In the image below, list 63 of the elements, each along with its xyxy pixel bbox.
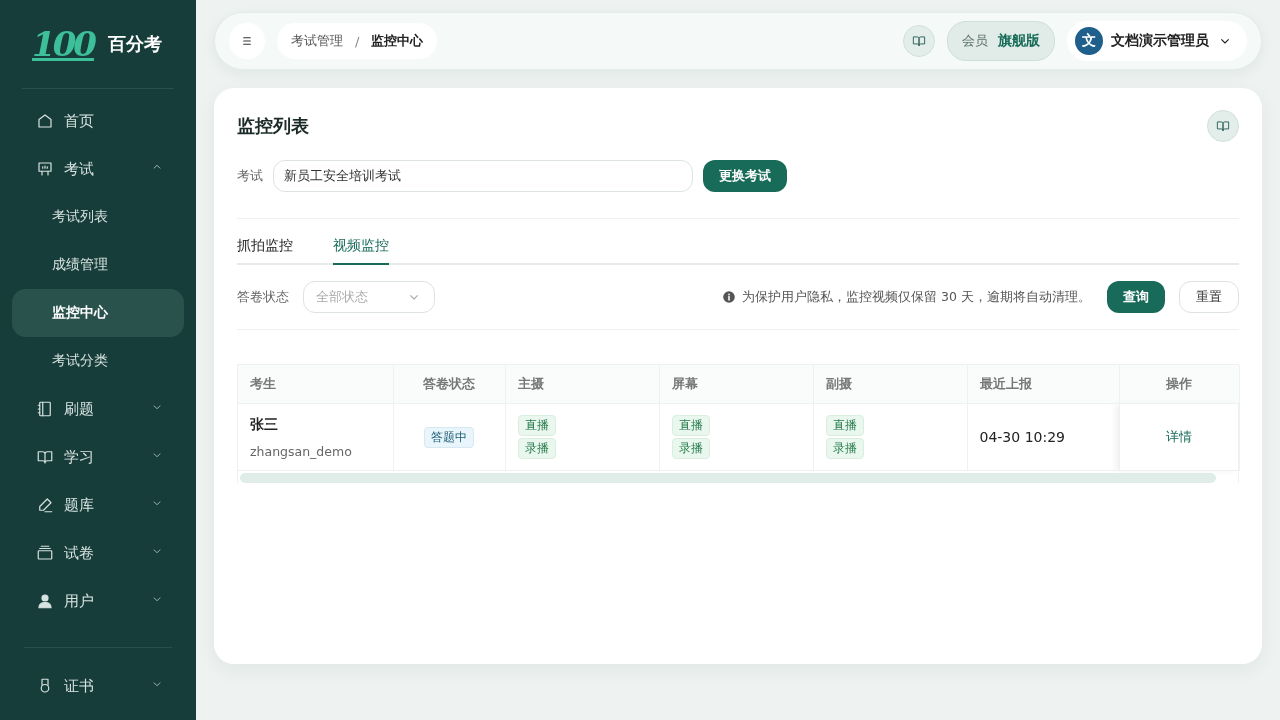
user-menu[interactable]: 文 文档演示管理员 [1067, 21, 1247, 61]
breadcrumb-separator: / [355, 33, 360, 49]
student-name: 张三 [250, 415, 279, 434]
page-title: 监控列表 [237, 114, 309, 138]
scrollbar[interactable] [240, 473, 1216, 483]
book-icon [1216, 119, 1230, 133]
nav-item[interactable]: 证书 [12, 662, 184, 710]
breadcrumb-item: 监控中心 [371, 32, 424, 50]
last-report-time: 04-30 10:29 [979, 429, 1065, 445]
stream-link[interactable]: 录播 [671, 438, 710, 459]
app-name: 百分考 [108, 32, 162, 56]
exam-field[interactable]: 新员工安全培训考试 [273, 160, 693, 192]
nav-item[interactable]: 试卷 [12, 529, 184, 577]
field-label: 考试 [237, 167, 263, 185]
nav-item[interactable]: 首页 [12, 97, 184, 145]
nav-subitem[interactable]: 监控中心 [12, 289, 184, 337]
username: zhangsan_demo [250, 443, 353, 459]
stream-link[interactable]: 直播 [517, 415, 556, 436]
column-header: 副摄 [813, 365, 967, 404]
stream-link[interactable]: 录播 [517, 438, 556, 459]
nav-item[interactable]: 考试 [12, 145, 184, 193]
menu-button[interactable] [229, 23, 265, 59]
stack-icon [36, 544, 54, 562]
pencil-icon [36, 496, 54, 514]
docs-button[interactable] [903, 25, 935, 57]
column-header: 考生 [238, 365, 393, 404]
query-button[interactable]: 查询 [1107, 281, 1165, 313]
tab[interactable]: 视频监控 [333, 235, 389, 265]
column-header: 答卷状态 [393, 365, 505, 404]
column-header: 屏幕 [659, 365, 813, 404]
stream-link[interactable]: 直播 [671, 415, 710, 436]
nav-subitem[interactable]: 考试列表 [12, 193, 184, 241]
avatar: 文 [1075, 27, 1103, 55]
notebook-icon [36, 400, 54, 418]
membership-label: 会员 [962, 32, 988, 50]
book-icon [912, 34, 926, 48]
nav-subitem[interactable]: 考试分类 [12, 337, 184, 385]
logo: 100 [32, 24, 94, 64]
notice-text: 为保护用户隐私，监控视频仅保留 30 天，逾期将自动清理。 [742, 288, 1091, 306]
nav-item[interactable]: 用户 [12, 577, 184, 625]
breadcrumb-item[interactable]: 考试管理 [291, 32, 343, 50]
easel-icon [36, 160, 54, 178]
details-link[interactable]: 详情 [1160, 427, 1198, 447]
info-icon [722, 290, 737, 304]
docs-button[interactable] [1207, 110, 1239, 142]
nav-item[interactable]: 学习 [12, 433, 184, 481]
nav-item[interactable]: 刷题 [12, 385, 184, 433]
book-icon [36, 448, 54, 466]
nav-item[interactable]: 题库 [12, 481, 184, 529]
membership-tier-label: 旗舰版 [998, 32, 1040, 50]
column-header: 操作 [1119, 365, 1239, 404]
change-exam-button[interactable]: 更换考试 [703, 160, 787, 192]
nav-subitem[interactable]: 成绩管理 [12, 241, 184, 289]
user-icon [36, 592, 54, 610]
column-header: 最近上报 [967, 365, 1119, 404]
tab[interactable]: 抓拍监控 [237, 235, 293, 265]
home-icon [36, 112, 54, 130]
stream-link[interactable]: 直播 [825, 415, 864, 436]
stream-link[interactable]: 录播 [825, 438, 864, 459]
field-label: 答卷状态 [237, 288, 289, 306]
column-header: 主摄 [505, 365, 659, 404]
status-tag: 答题中 [424, 426, 474, 448]
reset-button[interactable]: 重置 [1179, 281, 1239, 313]
